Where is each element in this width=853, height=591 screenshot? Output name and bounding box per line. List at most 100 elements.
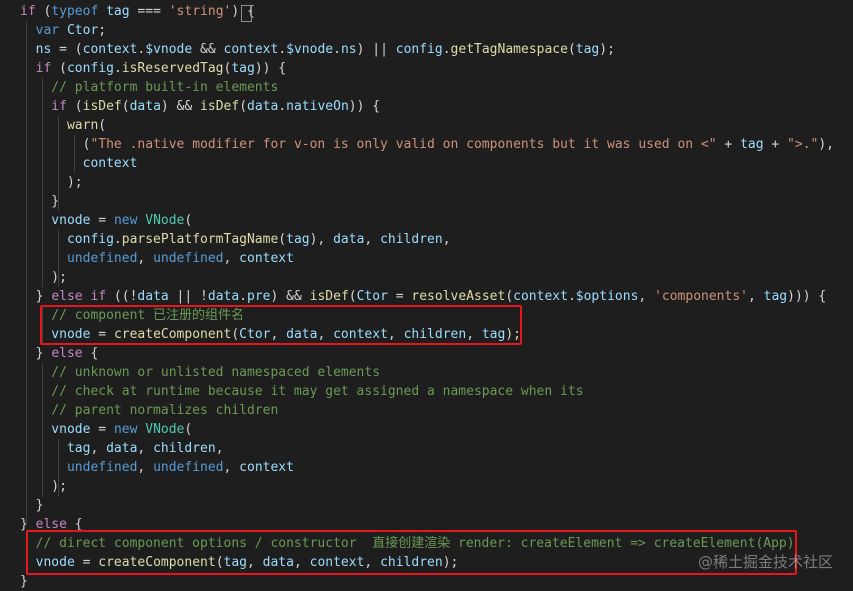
code-token: context: [20, 156, 138, 171]
code-token: (: [278, 232, 287, 247]
code-token: {: [82, 346, 99, 361]
code-line[interactable]: );: [20, 477, 67, 496]
code-token: $options: [575, 289, 639, 304]
code-token: (: [35, 4, 52, 19]
code-token: ,: [223, 460, 240, 475]
code-token: context: [223, 42, 279, 57]
code-token: (: [184, 422, 193, 437]
code-token: isDef: [200, 99, 240, 114]
code-token: else if: [51, 289, 107, 304]
code-token: }: [20, 346, 52, 361]
code-token: context: [513, 289, 568, 304]
code-token: ,: [442, 232, 451, 247]
code-token: isReservedTag: [121, 61, 224, 76]
code-line[interactable]: // parent normalizes children: [20, 401, 278, 420]
code-line[interactable]: vnode = new VNode(: [20, 420, 192, 439]
code-token: else: [51, 346, 83, 361]
code-token: undefined: [153, 460, 224, 475]
code-token: tag: [763, 289, 788, 304]
code-token: vnode: [20, 213, 91, 228]
code-token: pre: [247, 289, 271, 304]
code-token: ">.": [787, 137, 819, 152]
code-token: (: [20, 137, 91, 152]
code-line[interactable]: }: [20, 496, 44, 515]
code-line[interactable]: context: [20, 154, 138, 173]
code-token: config: [20, 232, 114, 247]
code-token: new: [113, 422, 138, 437]
code-token: (: [98, 118, 107, 133]
code-line[interactable]: undefined, undefined, context: [20, 249, 294, 268]
code-line[interactable]: vnode = new VNode(: [20, 211, 192, 230]
code-line[interactable]: } else if ((!data || !data.pre) && isDef…: [20, 287, 827, 306]
code-token: (: [184, 213, 193, 228]
code-token: if: [20, 99, 67, 114]
code-token: vnode: [20, 422, 91, 437]
code-token: Ctor: [59, 23, 99, 38]
code-line[interactable]: // platform built-in elements: [20, 78, 278, 97]
code-line[interactable]: undefined, undefined, context: [20, 458, 294, 477]
code-line[interactable]: var Ctor;: [20, 21, 106, 40]
code-token: ,: [137, 441, 154, 456]
code-line[interactable]: }: [20, 192, 59, 211]
code-token: undefined: [153, 251, 224, 266]
code-token: data: [137, 289, 169, 304]
code-line[interactable]: );: [20, 268, 67, 287]
code-token: (: [348, 289, 357, 304]
code-token: (: [505, 289, 514, 304]
code-token: ns: [340, 42, 357, 57]
code-token: ===: [129, 4, 169, 19]
code-token: ),: [309, 232, 334, 247]
code-token: +: [763, 137, 788, 152]
code-token: (: [239, 99, 248, 114]
code-token: ,: [90, 441, 107, 456]
code-token: );: [20, 270, 67, 285]
code-token: (: [51, 61, 67, 76]
code-token: }: [20, 574, 28, 589]
code-token: context: [82, 42, 138, 57]
code-token: =: [90, 422, 114, 437]
code-line[interactable]: warn(: [20, 116, 106, 135]
code-line[interactable]: // unknown or unlisted namespaced elemen…: [20, 363, 380, 382]
code-token: config: [66, 61, 114, 76]
code-token: =: [387, 289, 412, 304]
code-line[interactable]: if (typeof tag === 'string') {: [20, 2, 255, 21]
code-token: children: [380, 232, 443, 247]
code-line[interactable]: config.parsePlatformTagName(tag), data, …: [20, 230, 451, 249]
code-line[interactable]: if (config.isReservedTag(tag)) {: [20, 59, 287, 78]
code-token: );: [599, 42, 615, 57]
code-token: warn: [20, 118, 99, 133]
code-token: "The .native modifier for v-on is only v…: [90, 137, 717, 152]
code-token: ,: [223, 251, 240, 266]
code-line[interactable]: } else {: [20, 344, 99, 363]
code-token: &&: [192, 42, 224, 57]
code-token: ))) {: [787, 289, 827, 304]
code-token: data: [333, 232, 365, 247]
code-token: ),: [818, 137, 835, 152]
code-token: }: [20, 289, 52, 304]
code-line[interactable]: ("The .native modifier for v-on is only …: [20, 135, 834, 154]
code-editor[interactable]: if (typeof tag === 'string') { var Ctor;…: [0, 0, 853, 590]
code-token: tag: [20, 441, 91, 456]
code-line[interactable]: ns = (context.$vnode && context.$vnode.n…: [20, 40, 615, 59]
code-token: ;: [98, 23, 107, 38]
code-token: tag: [740, 137, 764, 152]
code-line[interactable]: );: [20, 173, 83, 192]
code-token: nativeOn: [286, 99, 349, 114]
code-token: 'string': [168, 4, 232, 19]
code-token: )) {: [254, 61, 287, 76]
code-token: 'components': [654, 289, 748, 304]
code-token: tag: [575, 42, 600, 57]
code-token: $vnode: [145, 42, 193, 57]
code-line[interactable]: if (isDef(data) && isDef(data.nativeOn))…: [20, 97, 380, 116]
code-line[interactable]: // check at runtime because it may get a…: [20, 382, 583, 401]
code-token: .: [113, 232, 122, 247]
code-token: // unknown or unlisted namespaced elemen…: [20, 365, 381, 380]
code-token: typeof: [51, 4, 99, 19]
code-token: ((!: [106, 289, 138, 304]
code-token: context: [239, 460, 294, 475]
code-token: .: [442, 42, 451, 57]
code-token: // platform built-in elements: [20, 80, 279, 95]
code-line[interactable]: tag, data, children,: [20, 439, 224, 458]
code-token: .: [333, 42, 341, 57]
highlight-box-component-registered: [40, 305, 522, 345]
